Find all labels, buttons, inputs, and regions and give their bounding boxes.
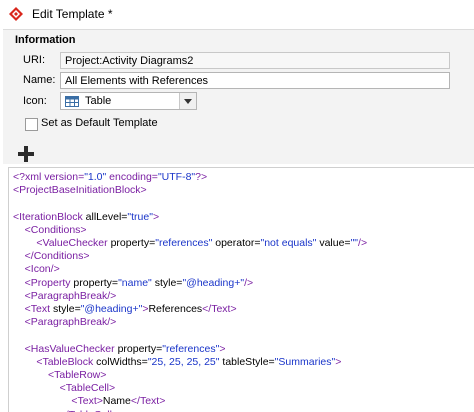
code-editor[interactable]: <?xml version="1.0" encoding="UTF-8"?> <P… [8,167,474,412]
code-line: <Conditions> [13,224,87,237]
code-line: <TableBlock colWidths="25, 25, 25, 25" t… [13,356,341,369]
code-token: "references" [162,342,220,355]
code-line: </TableCell> [13,409,118,412]
default-template-label: Set as Default Template [41,117,158,129]
name-input[interactable]: All Elements with References [60,72,450,89]
code-token: <TableBlock [13,355,94,368]
information-panel: Information URI: Project:Activity Diagra… [3,29,474,164]
code-token: ?> [195,171,208,183]
code-token: "references" [155,237,213,249]
icon-label: Icon: [23,95,47,107]
uri-field: Project:Activity Diagrams2 [60,52,450,69]
code-token: operator= [212,237,261,249]
code-token: <TableRow> [13,369,107,381]
code-token: style= [151,276,183,289]
code-line: <Text>Name</Text> [13,395,165,408]
icon-select[interactable]: Table [60,92,197,110]
window-title: Edit Template * [32,7,113,21]
code-token: /> [358,237,368,249]
name-label: Name: [23,74,56,86]
code-token: "" [350,237,359,249]
code-token: <?xml version= [13,171,85,183]
code-token: "UTF-8" [157,171,196,183]
code-line: <TableRow> [13,369,106,382]
code-token: > [335,355,342,368]
code-line: <TableCell> [13,382,115,395]
code-token: <Text> [13,395,103,408]
code-token: <ValueChecker [13,237,108,249]
title-bar: Edit Template * [0,0,474,28]
code-token: property= [70,276,119,289]
code-token: "@heading+" [182,276,245,289]
code-token: value= [316,237,351,249]
code-token: <ProjectBaseInitiationBlock> [13,184,147,197]
code-line: <Icon/> [13,263,60,276]
code-token: <Property [13,276,71,289]
code-token: "not equals" [260,237,317,249]
code-token: <ParagraphBreak/> [13,316,117,329]
code-token: property= [114,342,163,355]
code-line: <Property property="name" style="@headin… [13,277,253,290]
code-token: "true" [127,210,153,223]
table-icon [65,96,79,107]
code-line: <ValueChecker property="references" oper… [13,237,367,250]
code-token: > [219,342,226,355]
code-token: References [148,303,203,315]
code-token: property= [107,237,156,249]
code-token: </TableCell> [13,409,118,412]
code-token: "@heading+" [80,303,143,315]
code-token: tableStyle= [219,355,275,368]
app-logo-icon [9,7,23,21]
code-token: Name [102,395,131,408]
code-token: colWidths= [93,355,148,368]
uri-label: URI: [23,54,45,66]
code-token: </Text> [130,395,166,408]
code-token: style= [50,303,81,315]
code-token: "name" [118,276,152,289]
code-line: <Text style="@heading+">References</Text… [13,303,237,316]
section-title: Information [15,34,76,46]
code-line: <IterationBlock allLevel="true"> [13,211,159,224]
code-token: <Conditions> [13,223,87,236]
code-token: <ParagraphBreak/> [13,289,117,302]
dropdown-arrow-button[interactable] [179,93,196,109]
code-token: <Text [13,303,51,315]
code-token: </Conditions> [13,250,90,263]
code-line: <HasValueChecker property="references"> [13,342,226,356]
code-line: <ParagraphBreak/> [13,316,117,329]
code-line: <ProjectBaseInitiationBlock> [13,184,147,197]
code-token: <HasValueChecker [13,342,115,355]
code-token: "25, 25, 25, 25" [147,355,220,368]
code-token: allLevel= [82,210,128,223]
add-icon[interactable] [17,145,35,163]
code-token: <TableCell> [13,382,116,395]
code-token: <IterationBlock [13,210,83,223]
default-template-checkbox[interactable] [25,118,38,131]
code-line: </Conditions> [13,250,90,263]
code-token: > [152,210,160,223]
code-token: <Icon/> [13,263,60,276]
chevron-down-icon [184,99,192,104]
icon-select-value: Table [85,95,112,107]
code-line: <ParagraphBreak/> [13,289,117,303]
code-token: encoding= [106,171,158,183]
code-token: </Text> [202,303,237,315]
code-line: <?xml version="1.0" encoding="UTF-8"?> [13,171,207,184]
code-token: "1.0" [84,171,107,183]
code-token: "Summaries" [274,355,336,368]
code-token: /> [244,276,254,289]
